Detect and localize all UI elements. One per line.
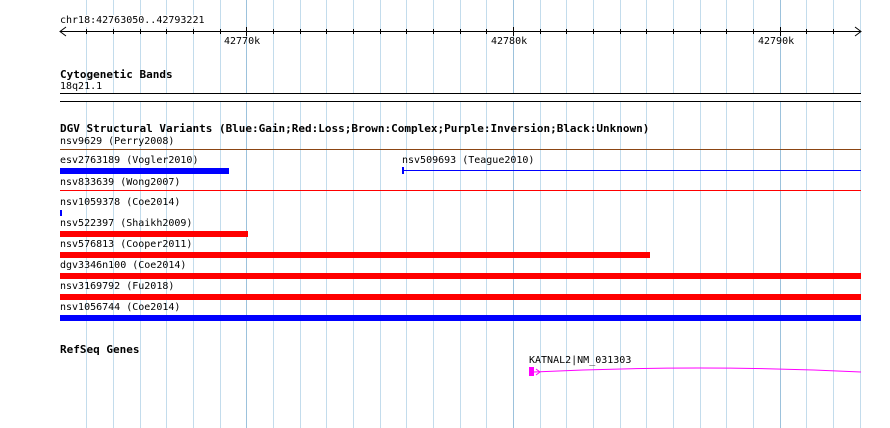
variant-label[interactable]: esv2763189 (Vogler2010)	[60, 155, 198, 167]
variant-feature-loss[interactable]	[60, 294, 861, 300]
ruler-tick-label: 42770k	[224, 36, 261, 47]
variant-label[interactable]: nsv576813 (Cooper2011)	[60, 239, 192, 251]
variant-label[interactable]: nsv522397 (Shaikh2009)	[60, 218, 192, 230]
cytoband-label[interactable]: 18q21.1	[60, 81, 102, 93]
variant-feature-gain[interactable]	[60, 315, 861, 321]
dgv-track-title: DGV Structural Variants (Blue:Gain;Red:L…	[60, 122, 650, 135]
variant-label[interactable]: nsv509693 (Teague2010)	[402, 155, 534, 167]
variant-label[interactable]: nsv1056744 (Coe2014)	[60, 302, 180, 314]
variant-label[interactable]: nsv3169792 (Fu2018)	[60, 281, 174, 293]
variant-feature-loss[interactable]	[60, 252, 650, 258]
cytoband-track-title: Cytogenetic Bands	[60, 68, 173, 81]
variant-feature-loss[interactable]	[60, 273, 861, 279]
gene-model[interactable]	[0, 360, 890, 400]
variant-label[interactable]: nsv9629 (Perry2008)	[60, 136, 174, 148]
variant-feature-loss[interactable]	[60, 231, 248, 237]
ruler-tick-label: 42790k	[758, 36, 795, 47]
cytoband-ideogram[interactable]	[60, 93, 861, 102]
variant-feature-gain[interactable]	[60, 168, 229, 174]
variant-feature-gain[interactable]	[60, 210, 62, 216]
variant-feature-loss[interactable]	[60, 190, 861, 191]
refseq-track-title: RefSeq Genes	[60, 343, 140, 356]
variant-label[interactable]: nsv1059378 (Coe2014)	[60, 197, 180, 209]
position-ruler[interactable]: chr18:42763050..42793221 42770k 42780k 4…	[0, 0, 890, 60]
ruler-axis	[59, 26, 862, 37]
genome-browser-panel: chr18:42763050..42793221 42770k 42780k 4…	[0, 0, 890, 428]
variant-label[interactable]: nsv833639 (Wong2007)	[60, 177, 180, 189]
ruler-tick-label: 42780k	[491, 36, 528, 47]
variant-label[interactable]: dgv3346n100 (Coe2014)	[60, 260, 186, 272]
variant-feature-gain[interactable]	[402, 170, 861, 171]
variant-feature-complex[interactable]	[60, 149, 861, 150]
